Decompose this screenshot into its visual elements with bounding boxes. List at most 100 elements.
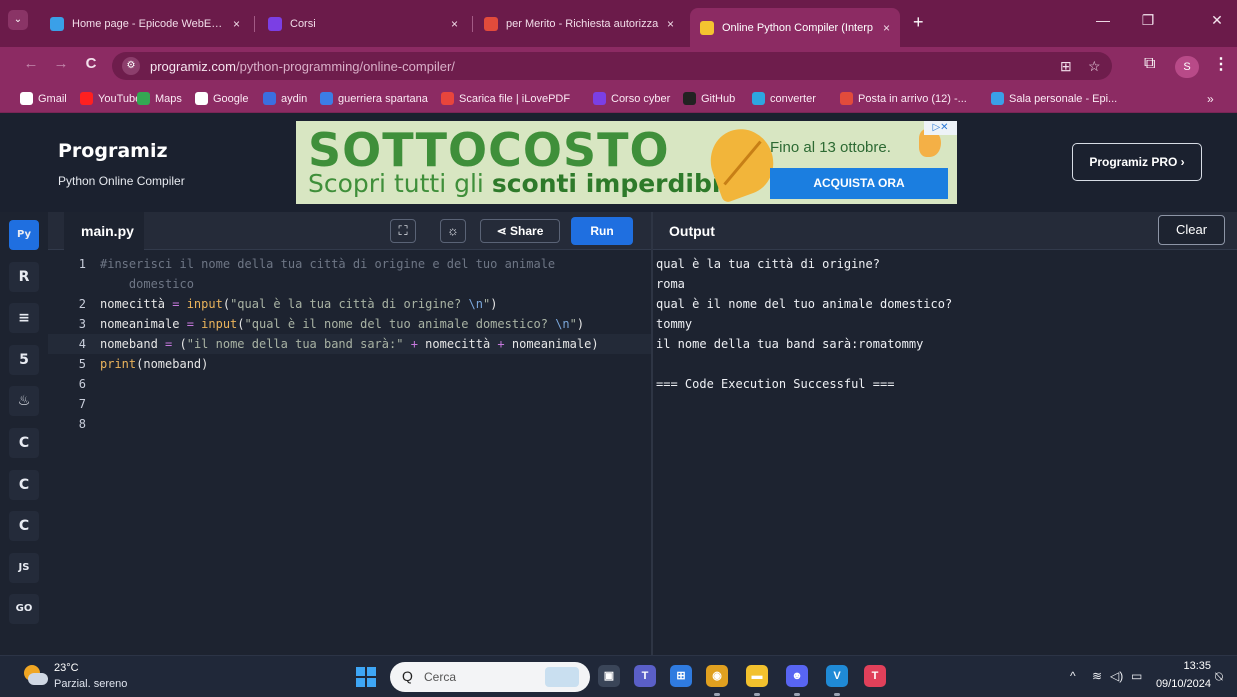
code-line[interactable]: domestico	[48, 274, 651, 294]
vscode-icon[interactable]: V	[826, 665, 848, 687]
chrome-icon[interactable]: ◉	[706, 665, 728, 687]
output-console[interactable]: qual è la tua città di origine? roma qual …	[653, 250, 1237, 655]
code-line[interactable]: 8	[48, 414, 651, 434]
bookmark-item[interactable]: Scarica file | iLovePDF	[441, 92, 570, 105]
browser-tab[interactable]: Corsi ×	[258, 8, 468, 40]
code-token: input	[179, 297, 223, 311]
extensions-icon[interactable]: ⧉	[1144, 55, 1155, 73]
bookmark-item[interactable]: converter	[752, 92, 816, 105]
bookmark-item[interactable]: Gmail	[20, 92, 67, 105]
file-tab-main[interactable]: main.py	[64, 212, 144, 250]
java-icon[interactable]: ♨	[9, 386, 39, 417]
bookmark-item[interactable]: Posta in arrivo (12) -...	[840, 92, 967, 105]
go-icon[interactable]: GO	[9, 594, 39, 625]
tab-search-button[interactable]: ⌄	[8, 10, 28, 30]
clear-button[interactable]: Clear	[1158, 215, 1225, 245]
code-token: "qual è il nome del tuo animale domestic…	[244, 317, 556, 331]
wifi-icon[interactable]: ≋	[1092, 669, 1102, 683]
js-icon[interactable]: JS	[9, 552, 39, 583]
programiz-logo[interactable]: Programiz	[58, 140, 168, 162]
fullscreen-icon[interactable]: ⛶	[390, 219, 416, 243]
c-icon[interactable]: C	[9, 428, 39, 458]
app-icon[interactable]: T	[864, 665, 886, 687]
code-line[interactable]: 7	[48, 394, 651, 414]
code-line[interactable]: 3 nomeanimale = input("qual è il nome del…	[48, 314, 651, 334]
sql-icon[interactable]: ≡	[9, 303, 39, 334]
code-token: \n	[468, 297, 483, 311]
weather-condition[interactable]: Parzial. sereno	[54, 678, 127, 690]
restore-button[interactable]: ❐	[1128, 12, 1168, 29]
translate-icon[interactable]: ⊞	[1060, 58, 1072, 75]
notification-icon[interactable]: ⍉	[1215, 669, 1223, 685]
ad-choices-icon[interactable]: ▷✕	[924, 121, 957, 135]
bookmark-item[interactable]: YouTube	[80, 92, 141, 105]
cpp-icon[interactable]: C	[9, 469, 39, 500]
back-button[interactable]: ←	[20, 55, 42, 72]
address-bar[interactable]: ⚙ programiz.com/python-programming/onlin…	[112, 52, 1112, 80]
url-text[interactable]: programiz.com/python-programming/online-…	[150, 59, 455, 74]
bookmark-label: Sala personale - Epi...	[1009, 92, 1118, 105]
page-subtitle: Python Online Compiler	[58, 174, 185, 188]
search-icon: Q	[402, 668, 413, 684]
weather-icon[interactable]	[24, 665, 48, 689]
windows-start-icon[interactable]	[356, 667, 376, 687]
profile-avatar[interactable]: S	[1175, 56, 1199, 78]
store-icon[interactable]: ⊞	[670, 665, 692, 687]
code-text: #inserisci il nome della tua città di or…	[100, 254, 555, 274]
site-header: Programiz Python Online Compiler SOTTOCO…	[0, 113, 1237, 212]
bookmark-item[interactable]: guerriera spartana	[320, 92, 428, 105]
browser-tab[interactable]: Online Python Compiler (Interp ×	[690, 8, 900, 47]
tab-close-icon[interactable]: ×	[451, 17, 458, 31]
clock-date[interactable]: 09/10/2024	[1140, 678, 1211, 690]
weather-temperature[interactable]: 23°C	[54, 662, 79, 674]
new-tab-button[interactable]: +	[913, 12, 924, 33]
bookmark-item[interactable]: Corso cyber	[593, 92, 670, 105]
ad-cta-button[interactable]: ACQUISTA ORA	[770, 168, 948, 199]
code-line[interactable]: 5 print(nomeband)	[48, 354, 651, 374]
minimize-button[interactable]: —	[1083, 12, 1123, 28]
browser-tab[interactable]: per Merito - Richiesta autorizza ×	[474, 8, 684, 40]
bookmark-item[interactable]: Google	[195, 92, 248, 105]
share-button[interactable]: ⋖ Share	[480, 219, 560, 243]
bookmark-item[interactable]: aydin	[263, 92, 307, 105]
code-token: domestico	[100, 277, 194, 291]
reload-button[interactable]: C	[80, 55, 102, 72]
clock-time[interactable]: 13:35	[1163, 660, 1211, 672]
python-icon[interactable]: Py	[9, 220, 39, 250]
site-info-icon[interactable]: ⚙	[122, 57, 140, 75]
bookmark-item[interactable]: Sala personale - Epi...	[991, 92, 1117, 105]
code-line[interactable]: 4 nomeband = ("il nome della tua band sar…	[48, 334, 651, 354]
tab-close-icon[interactable]: ×	[883, 21, 890, 35]
bookmark-item[interactable]: Maps	[137, 92, 182, 105]
tab-close-icon[interactable]: ×	[233, 17, 240, 31]
bookmark-star-icon[interactable]: ☆	[1088, 58, 1101, 75]
tray-chevron-icon[interactable]: ^	[1070, 669, 1076, 683]
tab-close-icon[interactable]: ×	[667, 17, 674, 31]
html-icon[interactable]: 5	[9, 344, 39, 375]
file-explorer-icon[interactable]: ▬	[746, 665, 768, 687]
code-line[interactable]: 6	[48, 374, 651, 394]
bookmarks-overflow-button[interactable]: »	[1207, 92, 1214, 106]
code-line[interactable]: 1 #inserisci il nome della tua città di o…	[48, 254, 651, 274]
discord-icon[interactable]: ☻	[786, 665, 808, 687]
code-editor[interactable]: 1 #inserisci il nome della tua città di o…	[48, 250, 651, 655]
taskbar-search[interactable]: Q Cerca	[390, 662, 590, 692]
browser-menu-icon[interactable]: ⋮	[1213, 54, 1229, 74]
close-window-button[interactable]: ✕	[1197, 12, 1237, 29]
programiz-pro-button[interactable]: Programiz PRO ›	[1072, 143, 1202, 181]
theme-toggle-icon[interactable]: ☼	[440, 219, 466, 243]
forward-button[interactable]: →	[50, 55, 72, 72]
csharp-icon[interactable]: C	[9, 511, 39, 542]
advertisement-banner[interactable]: SOTTOCOSTO Scopri tutti gli sconti imper…	[296, 121, 957, 204]
r-icon[interactable]: R	[9, 261, 39, 292]
teams-icon[interactable]: T	[634, 665, 656, 687]
code-line[interactable]: 2 nomecittà = input("qual è la tua città …	[48, 294, 651, 314]
task-view-icon[interactable]: ▣	[598, 665, 620, 687]
browser-tab[interactable]: Home page - Epicode WebEx E ×	[40, 8, 250, 40]
code-token: =	[186, 317, 194, 331]
run-button[interactable]: Run	[571, 217, 633, 245]
volume-icon[interactable]: ◁)	[1110, 669, 1123, 683]
bookmark-item[interactable]: GitHub	[683, 92, 735, 105]
bookmark-favicon-icon	[80, 92, 93, 105]
running-indicator	[834, 693, 840, 696]
